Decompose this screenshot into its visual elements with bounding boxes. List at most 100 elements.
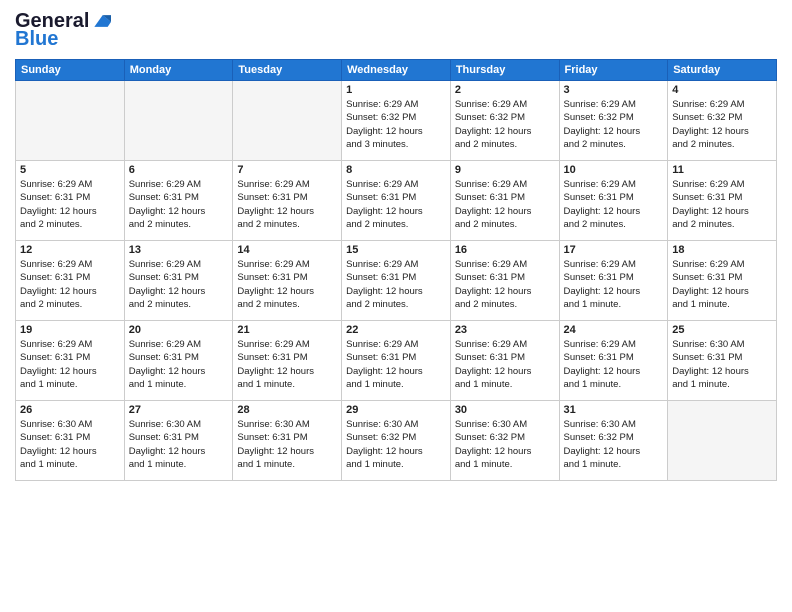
day-info: Sunrise: 6:29 AM Sunset: 6:31 PM Dayligh… xyxy=(564,178,664,231)
weekday-header-sunday: Sunday xyxy=(16,60,125,81)
calendar-cell: 22 Sunrise: 6:29 AM Sunset: 6:31 PM Dayli… xyxy=(342,321,451,401)
calendar-cell: 10 Sunrise: 6:29 AM Sunset: 6:31 PM Dayli… xyxy=(559,161,668,241)
day-number: 3 xyxy=(564,84,664,96)
day-number: 23 xyxy=(455,324,555,336)
calendar-cell: 8Sunrise: 6:29 AM Sunset: 6:31 PM Daylig… xyxy=(342,161,451,241)
calendar-cell: 21 Sunrise: 6:29 AM Sunset: 6:31 PM Dayli… xyxy=(233,321,342,401)
weekday-header-saturday: Saturday xyxy=(668,60,777,81)
day-number: 21 xyxy=(237,324,337,336)
logo: General Blue xyxy=(15,10,111,51)
day-number: 16 xyxy=(455,244,555,256)
day-number: 24 xyxy=(564,324,664,336)
day-info: Sunrise: 6:29 AM Sunset: 6:31 PM Dayligh… xyxy=(20,258,120,311)
calendar-cell: 9 Sunrise: 6:29 AM Sunset: 6:31 PM Daylig… xyxy=(450,161,559,241)
day-info: Sunrise: 6:29 AM Sunset: 6:31 PM Dayligh… xyxy=(237,338,337,391)
day-number: 31 xyxy=(564,404,664,416)
page-container: General Blue SundayMondayTuesdayWednesda… xyxy=(0,0,792,491)
calendar-cell: 11 Sunrise: 6:29 AM Sunset: 6:31 PM Dayli… xyxy=(668,161,777,241)
day-info: Sunrise: 6:29 AM Sunset: 6:31 PM Dayligh… xyxy=(129,338,229,391)
calendar-cell: 19 Sunrise: 6:29 AM Sunset: 6:31 PM Dayli… xyxy=(16,321,125,401)
calendar-cell: 7 Sunrise: 6:29 AM Sunset: 6:31 PM Daylig… xyxy=(233,161,342,241)
day-info: Sunrise: 6:29 AM Sunset: 6:32 PM Dayligh… xyxy=(564,98,664,151)
calendar-cell xyxy=(124,81,233,161)
day-number: 30 xyxy=(455,404,555,416)
day-number: 19 xyxy=(20,324,120,336)
day-info: Sunrise: 6:29 AM Sunset: 6:31 PM Dayligh… xyxy=(129,178,229,231)
logo-icon xyxy=(91,11,111,31)
day-info: Sunrise: 6:30 AM Sunset: 6:31 PM Dayligh… xyxy=(672,338,772,391)
day-number: 20 xyxy=(129,324,229,336)
day-info: Sunrise: 6:29 AM Sunset: 6:31 PM Dayligh… xyxy=(237,178,337,231)
day-info: Sunrise: 6:29 AM Sunset: 6:31 PM Dayligh… xyxy=(672,178,772,231)
calendar-cell: 26 Sunrise: 6:30 AM Sunset: 6:31 PM Dayli… xyxy=(16,401,125,481)
calendar-cell: 24 Sunrise: 6:29 AM Sunset: 6:31 PM Dayli… xyxy=(559,321,668,401)
day-number: 29 xyxy=(346,404,446,416)
day-number: 13 xyxy=(129,244,229,256)
day-number: 22 xyxy=(346,324,446,336)
day-info: Sunrise: 6:30 AM Sunset: 6:32 PM Dayligh… xyxy=(455,418,555,471)
day-number: 11 xyxy=(672,164,772,176)
day-number: 8 xyxy=(346,164,446,176)
calendar-cell: 16 Sunrise: 6:29 AM Sunset: 6:31 PM Dayli… xyxy=(450,241,559,321)
calendar-cell: 13Sunrise: 6:29 AM Sunset: 6:31 PM Dayli… xyxy=(124,241,233,321)
calendar-cell: 1 Sunrise: 6:29 AM Sunset: 6:32 PM Daylig… xyxy=(342,81,451,161)
calendar-cell: 17Sunrise: 6:29 AM Sunset: 6:31 PM Dayli… xyxy=(559,241,668,321)
day-info: Sunrise: 6:29 AM Sunset: 6:31 PM Dayligh… xyxy=(455,178,555,231)
weekday-header-wednesday: Wednesday xyxy=(342,60,451,81)
day-number: 25 xyxy=(672,324,772,336)
calendar-cell: 30 Sunrise: 6:30 AM Sunset: 6:32 PM Dayli… xyxy=(450,401,559,481)
day-number: 2 xyxy=(455,84,555,96)
day-info: Sunrise: 6:30 AM Sunset: 6:31 PM Dayligh… xyxy=(129,418,229,471)
header: General Blue xyxy=(15,10,777,51)
day-number: 4 xyxy=(672,84,772,96)
day-number: 14 xyxy=(237,244,337,256)
calendar-cell: 3 Sunrise: 6:29 AM Sunset: 6:32 PM Daylig… xyxy=(559,81,668,161)
day-info: Sunrise: 6:29 AM Sunset: 6:31 PM Dayligh… xyxy=(237,258,337,311)
calendar-cell: 25 Sunrise: 6:30 AM Sunset: 6:31 PM Dayli… xyxy=(668,321,777,401)
calendar-cell xyxy=(16,81,125,161)
weekday-header-friday: Friday xyxy=(559,60,668,81)
day-number: 26 xyxy=(20,404,120,416)
day-number: 7 xyxy=(237,164,337,176)
calendar-week-4: 19 Sunrise: 6:29 AM Sunset: 6:31 PM Dayli… xyxy=(16,321,777,401)
day-info: Sunrise: 6:30 AM Sunset: 6:32 PM Dayligh… xyxy=(564,418,664,471)
day-info: Sunrise: 6:29 AM Sunset: 6:31 PM Dayligh… xyxy=(672,258,772,311)
day-info: Sunrise: 6:29 AM Sunset: 6:31 PM Dayligh… xyxy=(564,338,664,391)
calendar-cell: 4 Sunrise: 6:29 AM Sunset: 6:32 PM Daylig… xyxy=(668,81,777,161)
day-info: Sunrise: 6:29 AM Sunset: 6:32 PM Dayligh… xyxy=(672,98,772,151)
weekday-header-row: SundayMondayTuesdayWednesdayThursdayFrid… xyxy=(16,60,777,81)
day-info: Sunrise: 6:29 AM Sunset: 6:31 PM Dayligh… xyxy=(20,338,120,391)
calendar-week-1: 1 Sunrise: 6:29 AM Sunset: 6:32 PM Daylig… xyxy=(16,81,777,161)
day-info: Sunrise: 6:29 AM Sunset: 6:32 PM Dayligh… xyxy=(346,98,446,151)
calendar-week-5: 26 Sunrise: 6:30 AM Sunset: 6:31 PM Dayli… xyxy=(16,401,777,481)
day-number: 15 xyxy=(346,244,446,256)
calendar-cell: 18Sunrise: 6:29 AM Sunset: 6:31 PM Dayli… xyxy=(668,241,777,321)
calendar-cell: 6 Sunrise: 6:29 AM Sunset: 6:31 PM Daylig… xyxy=(124,161,233,241)
weekday-header-monday: Monday xyxy=(124,60,233,81)
day-info: Sunrise: 6:29 AM Sunset: 6:31 PM Dayligh… xyxy=(20,178,120,231)
calendar-cell: 23Sunrise: 6:29 AM Sunset: 6:31 PM Dayli… xyxy=(450,321,559,401)
day-info: Sunrise: 6:30 AM Sunset: 6:31 PM Dayligh… xyxy=(237,418,337,471)
calendar-table: SundayMondayTuesdayWednesdayThursdayFrid… xyxy=(15,59,777,481)
day-number: 12 xyxy=(20,244,120,256)
day-number: 1 xyxy=(346,84,446,96)
calendar-cell: 14 Sunrise: 6:29 AM Sunset: 6:31 PM Dayli… xyxy=(233,241,342,321)
calendar-cell: 31 Sunrise: 6:30 AM Sunset: 6:32 PM Dayli… xyxy=(559,401,668,481)
calendar-cell xyxy=(233,81,342,161)
calendar-cell: 20 Sunrise: 6:29 AM Sunset: 6:31 PM Dayli… xyxy=(124,321,233,401)
weekday-header-tuesday: Tuesday xyxy=(233,60,342,81)
day-number: 17 xyxy=(564,244,664,256)
day-info: Sunrise: 6:29 AM Sunset: 6:31 PM Dayligh… xyxy=(346,338,446,391)
calendar-cell: 29 Sunrise: 6:30 AM Sunset: 6:32 PM Dayli… xyxy=(342,401,451,481)
calendar-week-3: 12 Sunrise: 6:29 AM Sunset: 6:31 PM Dayli… xyxy=(16,241,777,321)
day-info: Sunrise: 6:29 AM Sunset: 6:31 PM Dayligh… xyxy=(455,258,555,311)
day-number: 6 xyxy=(129,164,229,176)
day-info: Sunrise: 6:30 AM Sunset: 6:32 PM Dayligh… xyxy=(346,418,446,471)
calendar-cell: 12 Sunrise: 6:29 AM Sunset: 6:31 PM Dayli… xyxy=(16,241,125,321)
calendar-cell: 15Sunrise: 6:29 AM Sunset: 6:31 PM Dayli… xyxy=(342,241,451,321)
day-info: Sunrise: 6:30 AM Sunset: 6:31 PM Dayligh… xyxy=(20,418,120,471)
day-info: Sunrise: 6:29 AM Sunset: 6:32 PM Dayligh… xyxy=(455,98,555,151)
day-number: 10 xyxy=(564,164,664,176)
calendar-cell: 5Sunrise: 6:29 AM Sunset: 6:31 PM Daylig… xyxy=(16,161,125,241)
day-number: 9 xyxy=(455,164,555,176)
